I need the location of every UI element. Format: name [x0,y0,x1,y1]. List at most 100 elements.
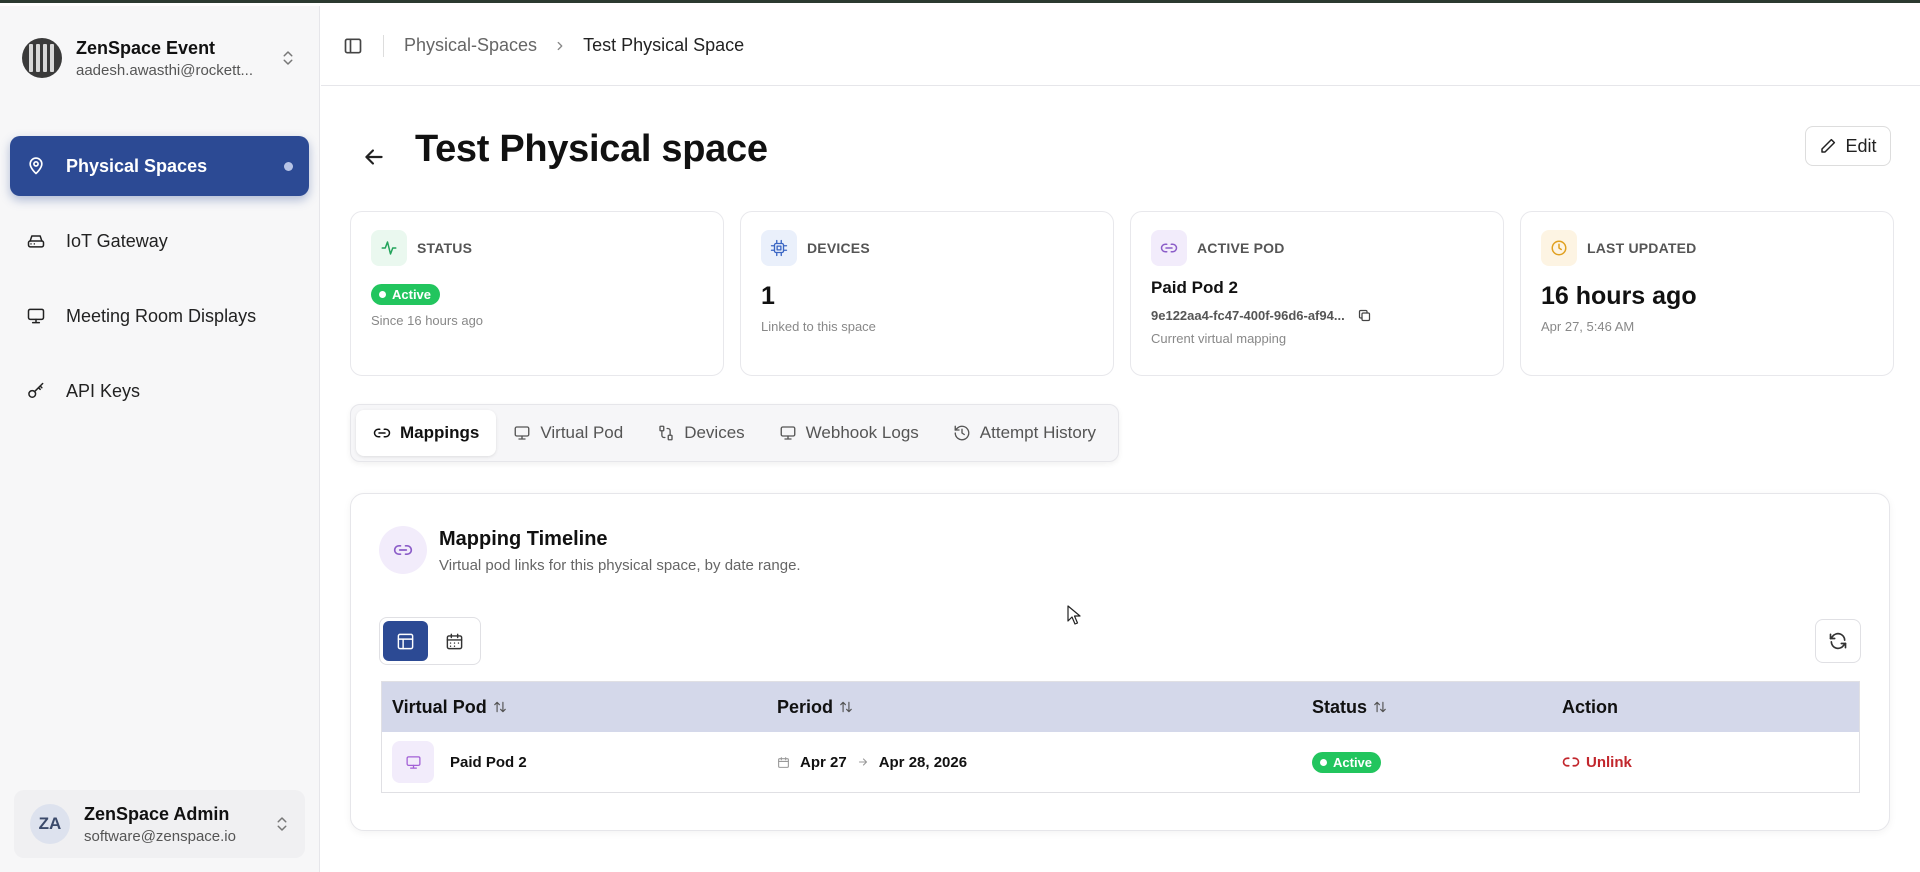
sidebar-toggle-icon[interactable] [343,36,363,56]
column-header-status[interactable]: Status [1302,697,1552,718]
edit-button[interactable]: Edit [1805,126,1891,166]
stats-row: STATUS Active Since 16 hours ago DEVICES… [350,211,1894,376]
edit-button-label: Edit [1845,135,1877,156]
active-pod-card: ACTIVE POD Paid Pod 2 9e122aa4-fc47-400f… [1130,211,1504,376]
table-icon [397,633,414,649]
tab-bar: Mappings Virtual Pod Devices Webhook Log… [350,404,1119,462]
calendar-icon [778,756,789,768]
tab-virtual-pod[interactable]: Virtual Pod [496,410,640,456]
sidebar-item-iot-gateway[interactable]: IoT Gateway [10,211,309,271]
status-card: STATUS Active Since 16 hours ago [350,211,724,376]
last-updated-card: LAST UPDATED 16 hours ago Apr 27, 5:46 A… [1520,211,1894,376]
link-icon [373,428,391,438]
user-menu[interactable]: ZA ZenSpace Admin software@zenspace.io [14,790,305,858]
stat-label: STATUS [417,240,473,256]
divider [383,34,384,57]
calendar-view-button[interactable] [432,621,477,661]
pencil-icon [1821,138,1836,153]
monitor-icon [780,426,796,440]
page-title: Test Physical space [415,128,768,170]
last-updated-value: 16 hours ago [1541,282,1697,310]
tab-webhook-logs[interactable]: Webhook Logs [762,410,936,456]
devices-card: DEVICES 1 Linked to this space [740,211,1114,376]
sidebar-item-meeting-room-displays[interactable]: Meeting Room Displays [10,286,309,346]
stat-sub: Apr 27, 5:46 AM [1541,319,1635,334]
activity-icon [371,230,407,266]
user-email: software@zenspace.io [84,827,236,845]
period-start: Apr 27 [800,753,847,771]
back-arrow-icon[interactable] [361,144,387,170]
stat-label: LAST UPDATED [1587,240,1697,256]
stat-label: ACTIVE POD [1197,240,1285,256]
sort-icon [840,701,852,713]
column-header-virtual-pod[interactable]: Virtual Pod [382,697,767,718]
router-icon [27,235,45,248]
status-badge: Active [371,284,441,305]
tab-attempt-history[interactable]: Attempt History [936,410,1113,456]
chevrons-up-down-icon[interactable] [279,47,297,69]
calendar-icon [446,633,463,649]
view-toggle [379,617,481,665]
stat-sub: Linked to this space [761,319,876,334]
link-icon [1151,230,1187,266]
sidebar: ZenSpace Event aadesh.awasthi@rockett...… [0,6,320,872]
pod-name: Paid Pod 2 [450,753,527,771]
monitor-icon [392,741,434,783]
panel-title: Mapping Timeline [439,528,608,550]
active-pod-name: Paid Pod 2 [1151,278,1238,297]
history-icon [954,425,970,441]
unlink-icon [1562,757,1580,767]
mouse-cursor-icon [1067,605,1081,625]
user-name: ZenSpace Admin [84,803,230,824]
unlink-button[interactable]: Unlink [1562,753,1632,771]
copy-icon[interactable] [1357,308,1372,323]
link-icon [379,526,427,574]
map-pin-icon [29,157,43,175]
sidebar-item-label: API Keys [66,380,141,401]
chevrons-up-down-icon[interactable] [273,813,291,835]
top-bar: Physical-Spaces Test Physical Space [321,6,1920,86]
column-header-action: Action [1562,696,1618,717]
table-header: Virtual Pod Period Status Action [382,682,1859,732]
refresh-button[interactable] [1815,619,1861,663]
period-end: Apr 28, 2026 [878,753,968,771]
mappings-table: Virtual Pod Period Status Action Paid Po… [381,681,1860,793]
tab-devices[interactable]: Devices [640,410,761,456]
active-pod-id: 9e122aa4-fc47-400f-96d6-af94... [1151,308,1345,323]
cpu-icon [761,230,797,266]
org-email: aadesh.awasthi@rockett... [76,61,253,79]
sidebar-item-label: IoT Gateway [66,230,168,251]
status-badge: Active [1312,751,1382,773]
sidebar-item-label: Physical Spaces [66,155,208,176]
stat-sub: Current virtual mapping [1151,331,1287,346]
monitor-icon [27,308,45,324]
org-logo [22,38,62,78]
devices-count: 1 [761,282,775,310]
panel-subtitle: Virtual pod links for this physical spac… [439,557,801,574]
sidebar-nav: Physical Spaces IoT Gateway Meeting Room… [10,136,309,436]
breadcrumb-physical-spaces[interactable]: Physical-Spaces [404,35,537,56]
breadcrumb-current: Test Physical Space [583,35,745,55]
sort-icon [493,701,506,713]
sidebar-item-api-keys[interactable]: API Keys [10,361,309,421]
org-name: ZenSpace Event [76,37,216,58]
table-view-button[interactable] [383,621,428,661]
monitor-icon [514,426,530,440]
sort-icon [1374,701,1386,713]
mapping-timeline-panel: Mapping Timeline Virtual pod links for t… [350,493,1890,831]
sidebar-item-physical-spaces[interactable]: Physical Spaces [10,136,309,196]
org-switcher[interactable]: ZenSpace Event aadesh.awasthi@rockett... [22,36,297,80]
stat-label: DEVICES [807,240,870,256]
key-icon [28,382,44,398]
refresh-icon [1829,632,1847,650]
main-content: Test Physical space Edit STATUS Active S… [321,86,1920,872]
tab-mappings[interactable]: Mappings [356,410,497,456]
arrow-right-icon [858,758,867,766]
sidebar-item-label: Meeting Room Displays [66,305,257,326]
chevron-right-icon [557,41,563,50]
column-header-period[interactable]: Period [767,697,1302,718]
active-indicator-dot [284,162,293,171]
stat-sub: Since 16 hours ago [371,313,484,328]
cable-icon [659,425,673,441]
clock-icon [1541,230,1577,266]
